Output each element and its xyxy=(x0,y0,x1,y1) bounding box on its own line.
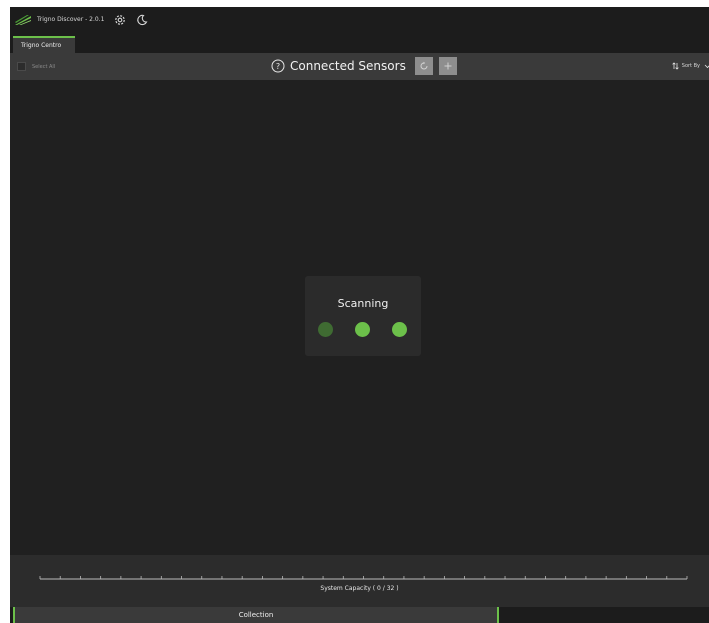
title-bar: Trigno Discover - 2.0.1 xyxy=(10,7,709,32)
add-icon xyxy=(444,62,452,70)
capacity-scale xyxy=(39,576,688,580)
toolbar-center-group: ? Connected Sensors xyxy=(271,56,463,76)
chevron-down-icon xyxy=(704,64,709,68)
system-capacity-label: System Capacity ( 0 / 32 ) xyxy=(320,585,399,592)
refresh-button[interactable] xyxy=(414,57,433,75)
refresh-icon xyxy=(420,61,428,70)
select-all-checkbox[interactable]: Select All xyxy=(17,62,55,71)
sort-by-label: Sort By xyxy=(681,63,700,69)
scanning-label: Scanning xyxy=(337,297,389,310)
scanning-indicator: Scanning xyxy=(305,276,421,356)
tab-label: Trigno Centro xyxy=(21,42,62,49)
app-window: Trigno Discover - 2.0.1 Trigno Centro Se… xyxy=(10,7,709,623)
svg-text:?: ? xyxy=(276,62,280,71)
scanning-dot xyxy=(392,322,407,337)
collection-tab[interactable]: Collection xyxy=(13,607,499,623)
tab-bar: Trigno Centro xyxy=(10,32,709,53)
logo-icon xyxy=(15,14,31,25)
select-all-label: Select All xyxy=(32,63,56,70)
bottom-bar: Collection xyxy=(10,607,709,623)
app-title: Trigno Discover - 2.0.1 xyxy=(37,16,105,23)
sensors-toolbar: Select All ? Connected Sensors Sort By xyxy=(10,53,709,80)
page-title: Connected Sensors xyxy=(290,59,406,73)
sort-icon xyxy=(672,62,679,70)
scanning-dot xyxy=(318,322,333,337)
settings-gear-icon[interactable] xyxy=(112,12,128,28)
scanning-dot xyxy=(355,322,370,337)
collection-label: Collection xyxy=(238,611,274,619)
dark-mode-moon-icon[interactable] xyxy=(134,12,150,28)
checkbox-box[interactable] xyxy=(17,62,26,71)
add-sensor-button[interactable] xyxy=(438,57,457,75)
help-icon[interactable]: ? xyxy=(271,59,285,73)
sort-by-dropdown[interactable]: Sort By xyxy=(672,62,709,70)
sensor-list-area: Scanning xyxy=(10,80,709,555)
system-capacity-panel: System Capacity ( 0 / 32 ) xyxy=(10,555,709,607)
tab-trigno-centro[interactable]: Trigno Centro xyxy=(13,36,75,53)
